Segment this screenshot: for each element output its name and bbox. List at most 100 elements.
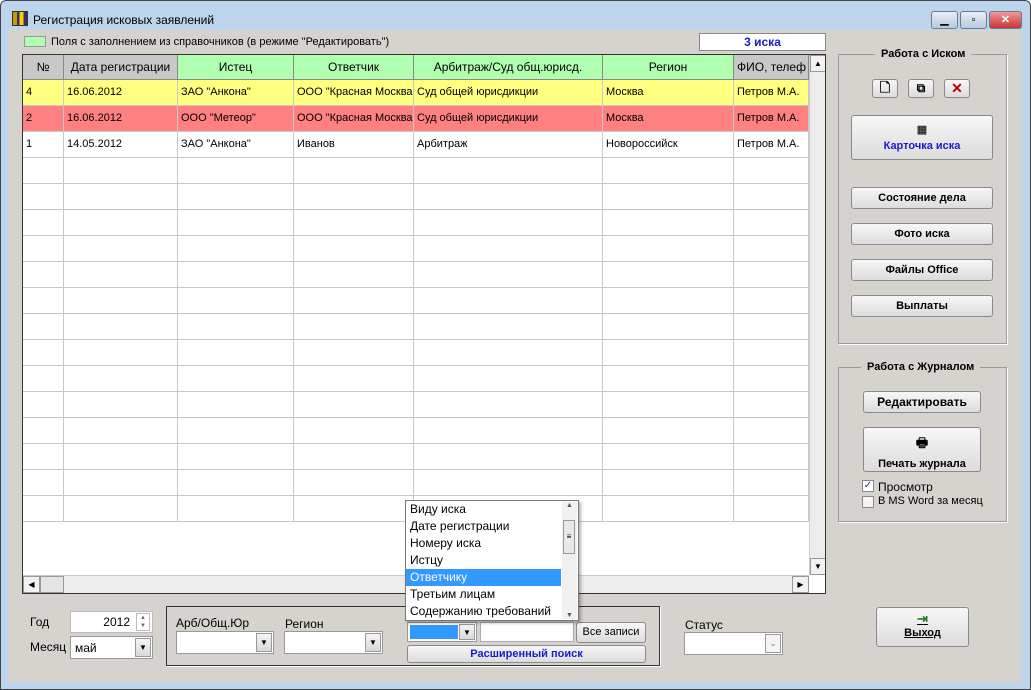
cell-contact[interactable]	[734, 236, 809, 262]
cell-date[interactable]: 16.06.2012	[64, 106, 178, 132]
cell-region[interactable]	[603, 444, 734, 470]
search-field-select[interactable]: ▼	[407, 622, 477, 642]
column-header-region[interactable]: Регион	[603, 55, 734, 80]
cell-court[interactable]: Арбитраж	[414, 132, 603, 158]
cell-contact[interactable]	[734, 184, 809, 210]
cell-defendant[interactable]	[294, 444, 414, 470]
print-journal-button[interactable]: 🖶 Печать журнала	[863, 427, 981, 472]
chevron-down-icon[interactable]: ▼	[459, 624, 475, 640]
cell-date[interactable]	[64, 184, 178, 210]
cell-plaintiff[interactable]	[178, 262, 294, 288]
cell-defendant[interactable]	[294, 496, 414, 522]
cell-number[interactable]	[23, 262, 64, 288]
delete-claim-button[interactable]: ✕	[944, 79, 970, 98]
cell-region[interactable]	[603, 496, 734, 522]
cell-court[interactable]	[414, 392, 603, 418]
cell-plaintiff[interactable]	[178, 392, 294, 418]
cell-number[interactable]	[23, 418, 64, 444]
cell-plaintiff[interactable]	[178, 340, 294, 366]
cell-defendant[interactable]	[294, 418, 414, 444]
chevron-down-icon[interactable]: ▼	[256, 633, 272, 652]
maximize-button[interactable]: ▫	[960, 11, 987, 29]
cell-contact[interactable]	[734, 496, 809, 522]
cell-contact[interactable]	[734, 392, 809, 418]
cell-contact[interactable]	[734, 210, 809, 236]
cell-date[interactable]	[64, 158, 178, 184]
cell-number[interactable]	[23, 444, 64, 470]
cell-number[interactable]	[23, 288, 64, 314]
chevron-down-icon[interactable]: ▼	[135, 638, 151, 657]
column-header-court[interactable]: Арбитраж/Суд общ.юрисд.	[414, 55, 603, 80]
cell-region[interactable]	[603, 210, 734, 236]
month-select[interactable]: май ▼	[70, 636, 153, 659]
cell-defendant[interactable]: Иванов	[294, 132, 414, 158]
cell-defendant[interactable]: ООО "Красная Москва"	[294, 106, 414, 132]
column-header-date[interactable]: Дата регистрации	[64, 55, 178, 80]
cell-date[interactable]	[64, 496, 178, 522]
cell-plaintiff[interactable]	[178, 184, 294, 210]
case-status-button[interactable]: Состояние дела	[851, 187, 993, 209]
all-records-button[interactable]: Все записи	[576, 622, 646, 643]
cell-number[interactable]	[23, 470, 64, 496]
cell-number[interactable]	[23, 184, 64, 210]
scroll-thumb[interactable]: ≡	[563, 520, 575, 554]
cell-region[interactable]	[603, 366, 734, 392]
cell-region[interactable]	[603, 236, 734, 262]
cell-plaintiff[interactable]: ЗАО "Анкона"	[178, 132, 294, 158]
cell-region[interactable]	[603, 262, 734, 288]
cell-region[interactable]	[603, 392, 734, 418]
dropdown-scrollbar[interactable]: ▲ ≡ ▼	[562, 502, 577, 619]
cell-contact[interactable]	[734, 314, 809, 340]
cell-plaintiff[interactable]	[178, 210, 294, 236]
vertical-scrollbar[interactable]: ▲ ▼	[809, 55, 825, 575]
cell-court[interactable]	[414, 314, 603, 340]
search-input[interactable]	[480, 622, 574, 642]
preview-checkbox[interactable]: ✓	[862, 480, 874, 492]
cell-court[interactable]: Суд общей юрисдикции	[414, 80, 603, 106]
cell-plaintiff[interactable]: ЗАО "Анкона"	[178, 80, 294, 106]
spinner-arrows-icon[interactable]: ▲ ▼	[136, 613, 150, 631]
cell-date[interactable]	[64, 288, 178, 314]
cell-date[interactable]	[64, 366, 178, 392]
region-select[interactable]: ▼	[284, 631, 383, 654]
cell-number[interactable]	[23, 210, 64, 236]
scroll-down-icon[interactable]: ▼	[562, 612, 577, 619]
cell-court[interactable]: Суд общей юрисдикции	[414, 106, 603, 132]
cell-date[interactable]	[64, 236, 178, 262]
cell-court[interactable]	[414, 184, 603, 210]
cell-defendant[interactable]	[294, 210, 414, 236]
cell-date[interactable]	[64, 444, 178, 470]
cell-date[interactable]: 16.06.2012	[64, 80, 178, 106]
new-claim-button[interactable]: 🗋	[872, 79, 898, 98]
cell-defendant[interactable]	[294, 262, 414, 288]
dropdown-option[interactable]: Содержанию требований	[406, 603, 561, 620]
cell-plaintiff[interactable]: ООО "Метеор"	[178, 106, 294, 132]
cell-court[interactable]	[414, 366, 603, 392]
cell-number[interactable]	[23, 392, 64, 418]
cell-plaintiff[interactable]	[178, 444, 294, 470]
cell-plaintiff[interactable]	[178, 236, 294, 262]
column-header-plaintiff[interactable]: Истец	[178, 55, 294, 80]
cell-plaintiff[interactable]	[178, 470, 294, 496]
cell-contact[interactable]	[734, 262, 809, 288]
cell-court[interactable]	[414, 158, 603, 184]
dropdown-option[interactable]: Третьим лицам	[406, 586, 561, 603]
cell-contact[interactable]	[734, 340, 809, 366]
cell-plaintiff[interactable]	[178, 158, 294, 184]
cell-number[interactable]	[23, 236, 64, 262]
dropdown-option[interactable]: Истцу	[406, 552, 561, 569]
cell-court[interactable]	[414, 340, 603, 366]
cell-plaintiff[interactable]	[178, 496, 294, 522]
cell-date[interactable]	[64, 314, 178, 340]
dropdown-option[interactable]: Дате регистрации	[406, 518, 561, 535]
cell-court[interactable]	[414, 418, 603, 444]
dropdown-option[interactable]: Виду иска	[406, 501, 561, 518]
cell-court[interactable]	[414, 262, 603, 288]
edit-journal-button[interactable]: Редактировать	[863, 391, 981, 413]
cell-contact[interactable]	[734, 158, 809, 184]
cell-court[interactable]	[414, 470, 603, 496]
cell-number[interactable]: 1	[23, 132, 64, 158]
cell-number[interactable]	[23, 340, 64, 366]
cell-contact[interactable]	[734, 444, 809, 470]
year-spinner[interactable]: 2012 ▲ ▼	[70, 611, 153, 633]
